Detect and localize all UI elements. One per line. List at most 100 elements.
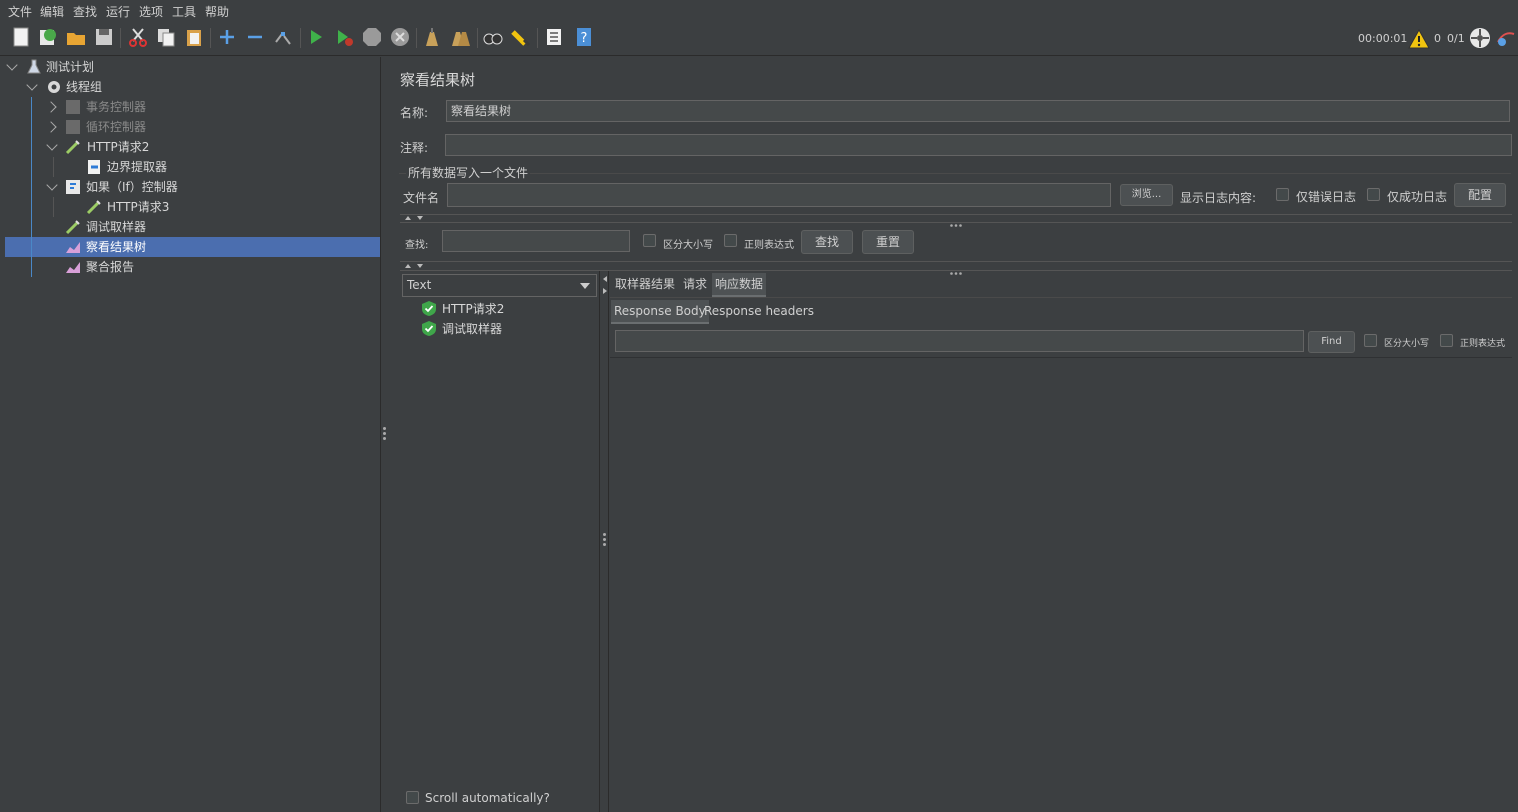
browse-button[interactable]: 浏览... [1120,184,1173,206]
tree-node-loop-controller[interactable]: 循环控制器 [86,117,146,137]
response-find-button[interactable]: Find [1308,331,1355,353]
collapse-icon[interactable] [244,26,266,48]
open-icon[interactable] [65,26,87,48]
toolbar: ? 00:00:01 0 0/1 [0,20,1518,56]
warning-count: 0 [1434,32,1441,45]
menu-tools[interactable]: 工具 [172,3,196,20]
clear-icon[interactable] [421,26,443,48]
errors-only-checkbox[interactable] [1276,188,1289,201]
filename-field[interactable] [447,183,1111,207]
success-only-checkbox[interactable] [1367,188,1380,201]
sample-result-list: Text HTTP请求2 调试取样器 Scroll automatically? [400,271,600,812]
comment-field[interactable] [445,134,1512,156]
remote-status-icon[interactable] [1469,27,1491,49]
tab-sampler-result[interactable]: 取样器结果 [612,273,678,295]
errors-only-label: 仅错误日志 [1296,190,1357,204]
chevron-down-icon [580,283,590,289]
save-icon[interactable] [93,26,115,48]
tree-node-thread-group[interactable]: 线程组 [66,77,102,97]
response-regex-label: 正则表达式 [1460,339,1506,349]
search-button[interactable]: 查找 [801,230,853,254]
log-content-label: 显示日志内容: [1180,191,1257,205]
collapse-arrows-icon[interactable] [404,215,426,221]
scroll-auto-checkbox[interactable] [406,791,419,804]
menu-edit[interactable]: 编辑 [40,3,64,20]
tree-node-test-plan[interactable]: 测试计划 [46,57,94,77]
regex-checkbox[interactable] [724,234,737,247]
start-no-pauses-icon[interactable] [333,26,355,48]
menu-help[interactable]: 帮助 [205,3,229,20]
collapse-arrows-icon[interactable] [404,263,426,269]
tree-node-debug-sampler[interactable]: 调试取样器 [86,217,146,237]
boundary-extractor-icon [88,160,100,174]
tree-node-if-controller[interactable]: 如果（If）控制器 [86,177,178,197]
elapsed-timer: 00:00:01 [1358,32,1408,45]
toggle-icon[interactable] [272,26,294,48]
search-icon[interactable] [482,26,504,48]
regex-label: 正则表达式 [744,240,794,251]
thread-group-icon [48,81,60,93]
tree-node-aggregate-report[interactable]: 聚合报告 [86,257,134,277]
splitter-arrows-icon[interactable] [602,274,608,296]
new-icon[interactable] [10,26,32,48]
file-group-title: 所有数据写入一个文件 [406,164,531,181]
response-find-field[interactable] [615,330,1304,352]
results-tree-panel: 察看结果树 名称: 察看结果树 注释: 所有数据写入一个文件 文件名 浏览...… [389,57,1518,812]
function-helper-icon[interactable] [543,26,565,48]
response-case-checkbox[interactable] [1364,334,1377,347]
menu-run[interactable]: 运行 [106,3,130,20]
cut-icon[interactable] [127,26,149,48]
thread-count: 0/1 [1447,32,1465,45]
reset-button[interactable]: 重置 [862,230,914,254]
templates-icon[interactable] [37,26,59,48]
search-label: 查找: [405,240,429,251]
stop-icon[interactable] [361,26,383,48]
loop-controller-icon [66,120,80,134]
success-shield-icon [422,301,436,316]
shutdown-icon[interactable] [389,26,411,48]
tab-request[interactable]: 请求 [680,273,710,295]
divider-handle[interactable] [950,216,962,227]
case-sensitive-checkbox[interactable] [643,234,656,247]
filename-label: 文件名 [403,191,440,205]
response-case-label: 区分大小写 [1384,339,1430,349]
clear-all-icon[interactable] [449,26,471,48]
name-field[interactable]: 察看结果树 [446,100,1510,122]
response-regex-checkbox[interactable] [1440,334,1453,347]
sample-item-http-request-2[interactable]: HTTP请求2 [442,299,504,319]
paste-icon[interactable] [183,26,205,48]
expand-icon[interactable] [216,26,238,48]
tree-node-http-request-2[interactable]: HTTP请求2 [87,137,149,157]
tab-response-data[interactable]: 响应数据 [712,273,767,297]
subtab-response-headers[interactable]: Response headers [701,300,817,322]
search-field[interactable] [442,230,630,252]
response-body-viewer[interactable] [610,358,1512,812]
tree-node-view-results-tree[interactable]: 察看结果树 [86,237,146,257]
main-splitter[interactable] [381,57,389,812]
comment-label: 注释: [400,141,429,155]
result-splitter[interactable] [601,271,609,812]
tree-node-transaction-controller[interactable]: 事务控制器 [86,97,146,117]
tree-selection-highlight [5,237,380,257]
divider-handle[interactable] [950,264,962,275]
warning-icon[interactable] [1408,29,1430,49]
subtab-response-body[interactable]: Response Body [611,300,709,324]
copy-icon[interactable] [155,26,177,48]
if-controller-icon [66,180,80,194]
renderer-select[interactable]: Text [402,274,597,297]
reset-search-icon[interactable] [510,26,532,48]
http-sampler-icon [86,200,101,215]
transaction-controller-icon [66,100,80,114]
menu-bar: 文件 编辑 查找 运行 选项 工具 帮助 [0,0,1518,20]
tree-node-boundary-extractor[interactable]: 边界提取器 [107,157,167,177]
case-sensitive-label: 区分大小写 [663,240,713,251]
sample-item-debug-sampler[interactable]: 调试取样器 [442,319,502,339]
menu-file[interactable]: 文件 [8,3,32,20]
menu-search[interactable]: 查找 [73,3,97,20]
configure-button[interactable]: 配置 [1454,183,1506,207]
menu-options[interactable]: 选项 [139,3,163,20]
start-icon[interactable] [305,26,327,48]
log-viewer-icon[interactable] [1496,28,1516,48]
tree-node-http-request-3[interactable]: HTTP请求3 [107,197,169,217]
help-icon[interactable]: ? [573,26,595,48]
